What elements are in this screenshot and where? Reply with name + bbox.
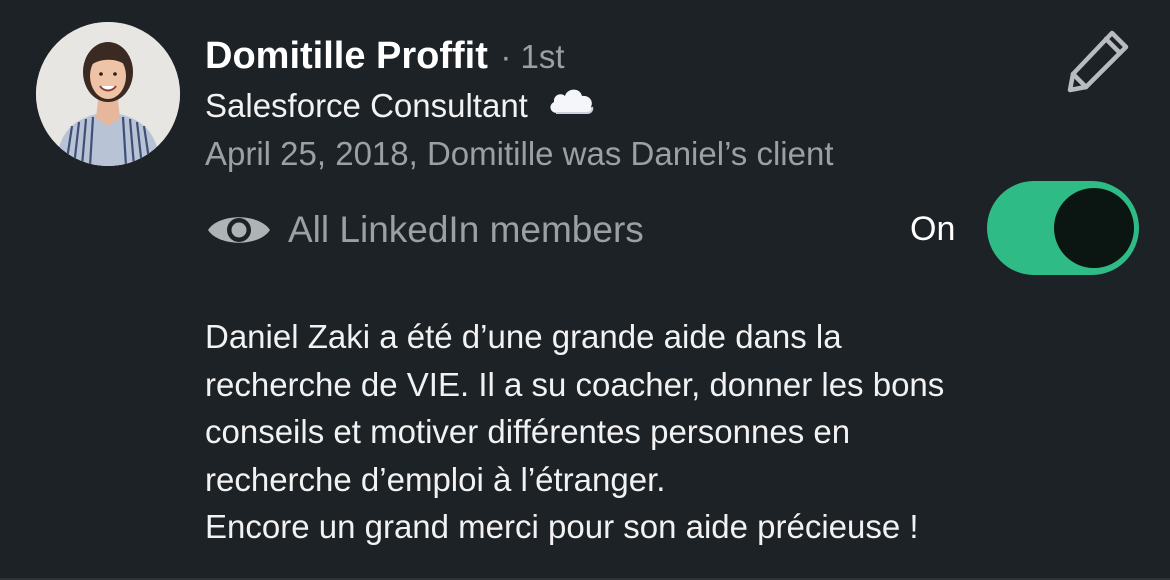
pencil-icon <box>1067 30 1129 93</box>
cloud-icon <box>547 83 595 127</box>
recommendation-text-line: recherche de VIE. Il a su coacher, donne… <box>205 365 945 403</box>
headline-text: Salesforce Consultant <box>205 87 528 124</box>
recommendation-text-line: recherche d’emploi à l’étranger. <box>205 460 666 498</box>
recommendation-text-line: conseils et motiver différentes personne… <box>205 413 851 450</box>
recommendation-card: Domitille Proffit · 1st Salesforce Consu… <box>0 0 1170 580</box>
edit-button[interactable] <box>1062 24 1136 98</box>
recommendation-text: Daniel Zaki a été d’une grande aide dans… <box>205 313 1145 551</box>
recommendation-text-line: Encore un grand merci pour son aide préc… <box>205 508 919 545</box>
visibility-label: All LinkedIn members <box>288 209 644 250</box>
avatar[interactable] <box>36 22 180 166</box>
profile-photo <box>36 22 180 166</box>
recommender-headline: Salesforce Consultant <box>205 84 595 128</box>
recommender-name[interactable]: Domitille Proffit <box>205 35 488 77</box>
name-row: Domitille Proffit · 1st <box>205 34 565 86</box>
toggle-knob <box>1054 188 1134 268</box>
connection-degree: · 1st <box>500 38 565 75</box>
visibility-toggle[interactable] <box>987 181 1139 275</box>
visibility-setting: All LinkedIn members <box>206 205 644 255</box>
toggle-state-label: On <box>910 210 956 248</box>
recommendation-text-line: Daniel Zaki a été d’une grande aide dans… <box>205 318 842 355</box>
eye-icon <box>208 217 270 243</box>
recommendation-meta: April 25, 2018, Domitille was Daniel’s c… <box>205 135 834 172</box>
